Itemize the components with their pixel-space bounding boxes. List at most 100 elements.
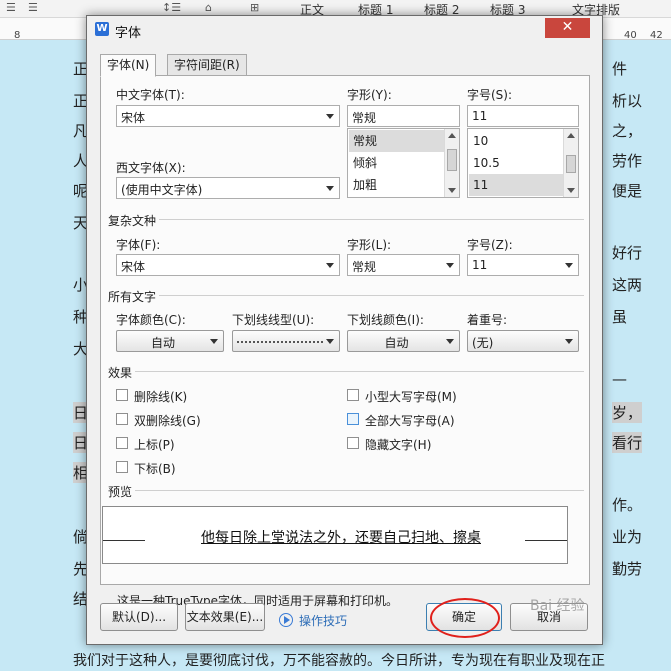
text-line-right: 好行 [612,244,643,262]
chevron-down-icon [326,186,334,191]
text-line-right: 这两 [612,276,643,294]
tab-font[interactable]: 字体(N) [100,54,157,77]
section-title: 所有文字 [108,288,160,305]
divider [108,371,584,372]
chevron-down-icon [565,263,573,268]
section-title: 复杂文种 [108,212,160,229]
section-title: 效果 [108,364,136,381]
preview-text: 他每日除上堂说法之外，还要自己扫地、擦桌 [201,530,481,546]
chinese-font-label: 中文字体(T): [116,88,185,102]
western-font-label: 西文字体(X): [116,161,186,175]
highlight-circle [430,598,500,638]
chevron-down-icon [326,263,334,268]
tips-label: 操作技巧 [299,614,348,628]
western-font-select[interactable]: (使用中文字体) [116,177,340,199]
line-spacing-icon[interactable]: ↕☰ [162,1,181,14]
section-title: 预览 [108,483,136,500]
text-line-right: 之， [612,122,643,140]
chinese-font-value: 宋体 [121,111,146,125]
chevron-down-icon [446,263,454,268]
complex-style-value: 常规 [352,260,377,274]
chinese-font-select[interactable]: 宋体 [116,105,340,127]
chevron-down-icon [210,339,218,344]
font-style-label: 字形(Y): [347,88,392,102]
text-line-right: 作。 [612,496,643,514]
text-line-right: 析以 [612,92,643,110]
scroll-thumb[interactable] [566,155,576,173]
underline-color-label: 下划线颜色(I): [347,313,424,327]
font-color-select[interactable]: 自动 [116,330,224,352]
shading-icon[interactable]: ⌂ [205,1,212,14]
text-line-right: 虽 [612,308,628,326]
chevron-down-icon [446,339,454,344]
font-style-list[interactable]: 常规 倾斜 加粗 [347,128,460,198]
text-line-right: 业为 [612,528,643,546]
scroll-up-icon[interactable] [567,133,575,138]
dialog-title: 字体 [115,26,142,41]
checkbox-box[interactable] [347,413,359,425]
underline-type-select[interactable] [232,330,340,352]
font-style-input[interactable]: 常规 [347,105,460,127]
complex-size-value: 11 [472,258,488,272]
wps-app-icon: W [95,22,109,36]
scroll-up-icon[interactable] [448,133,456,138]
play-circle-icon [279,613,293,627]
divider [108,219,584,220]
checkbox-label: 隐藏文字(H) [365,438,432,452]
align-center-icon[interactable]: ☰ [28,1,38,14]
checkbox-box[interactable] [116,437,128,449]
font-size-scrollbar[interactable] [563,129,578,197]
font-size-input[interactable]: 11 [467,105,579,127]
default-button[interactable]: 默认(D)... [100,603,178,631]
divider [108,295,584,296]
preview-section: 预览 [108,483,584,500]
checkbox-box[interactable] [116,461,128,473]
font-size-list[interactable]: 10 10.5 11 [467,128,579,198]
checkbox-box[interactable] [347,389,359,401]
list-item[interactable]: 11 [469,174,564,196]
bottom-text-line: 我们对于这种人，是要彻底讨伐，万不能容赦的。今日所讲，专为现在有职业及现在正 [73,653,605,669]
scroll-thumb[interactable] [447,149,457,171]
dialog-titlebar[interactable]: W 字体 ✕ [87,16,602,44]
font-color-value: 自动 [150,336,175,350]
text-line-right: 岁， [612,402,643,423]
complex-font-label: 字体(F): [116,238,161,252]
checkbox-label: 双删除线(G) [134,414,201,428]
emphasis-label: 着重号: [467,313,508,327]
close-button[interactable]: ✕ [545,18,590,38]
list-item[interactable]: 10.5 [469,152,564,174]
checkbox-label: 小型大写字母(M) [365,390,457,404]
scroll-down-icon[interactable] [448,188,456,193]
text-line-right: 件 [612,60,628,78]
scroll-down-icon[interactable] [567,188,575,193]
complex-size-label: 字号(Z): [467,238,513,252]
text-effects-button[interactable]: 文本效果(E)... [185,603,265,631]
checkbox-box[interactable] [116,413,128,425]
list-item[interactable]: 常规 [349,130,445,152]
complex-font-value: 宋体 [121,260,146,274]
preview-right-rule [525,540,567,541]
complex-style-select[interactable]: 常规 [347,254,460,276]
underline-color-select[interactable]: 自动 [347,330,460,352]
font-style-scrollbar[interactable] [444,129,459,197]
western-font-value: (使用中文字体) [121,183,203,197]
list-item[interactable]: 10 [469,130,564,152]
divider [108,490,584,491]
text-line-right: 勤劳 [612,560,643,578]
complex-size-select[interactable]: 11 [467,254,579,276]
chevron-down-icon [326,114,334,119]
emphasis-select[interactable]: (无) [467,330,579,352]
tab-character-spacing[interactable]: 字符间距(R) [167,54,247,76]
border-icon[interactable]: ⊞ [250,1,259,14]
chevron-down-icon [565,339,573,344]
text-line-right: 便是 [612,182,643,200]
list-item[interactable]: 加粗 [349,174,445,196]
complex-font-select[interactable]: 宋体 [116,254,340,276]
preview-left-rule [103,540,145,541]
text-line-right: 劳作 [612,152,643,170]
checkbox-box[interactable] [116,389,128,401]
align-left-icon[interactable]: ☰ [6,1,16,14]
checkbox-label: 上标(P) [134,438,175,452]
checkbox-box[interactable] [347,437,359,449]
list-item[interactable]: 倾斜 [349,152,445,174]
